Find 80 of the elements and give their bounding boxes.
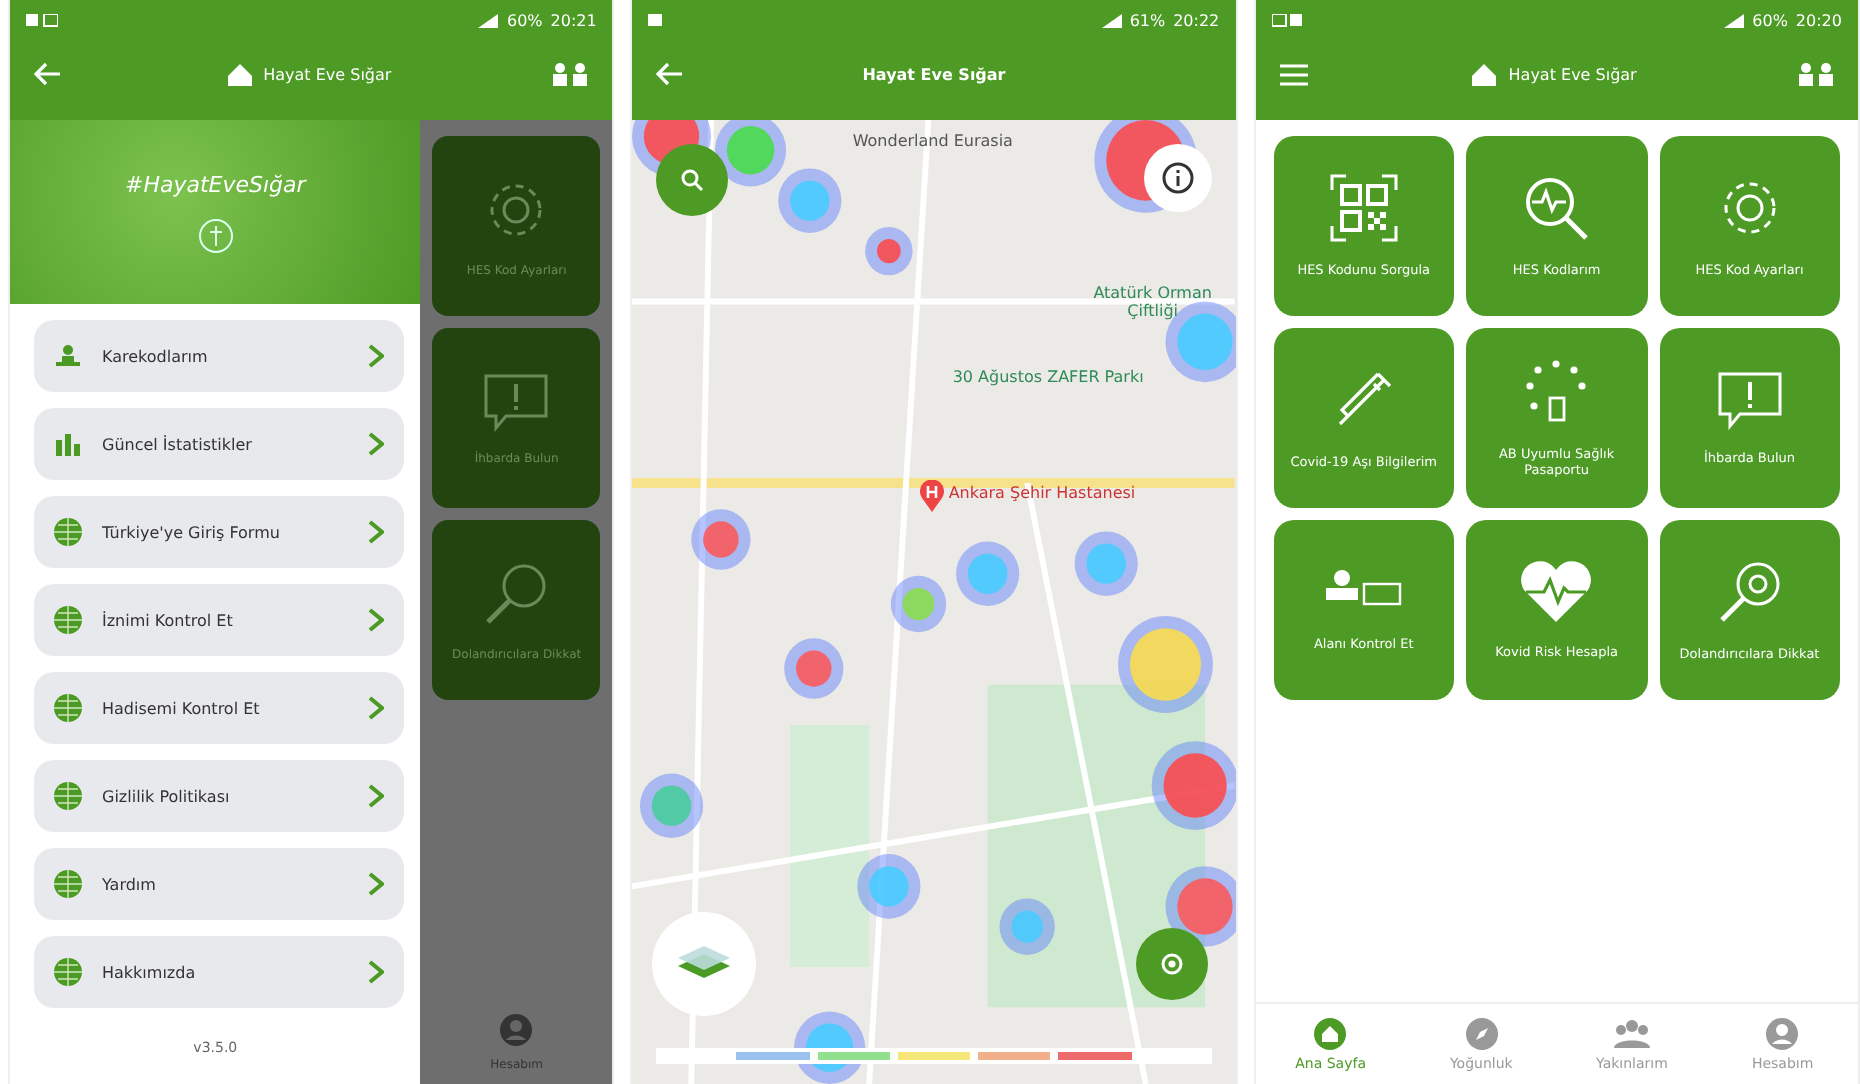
people-icon	[1613, 1017, 1650, 1049]
globe-icon	[54, 958, 82, 986]
menu-item[interactable]: Yardım	[34, 848, 405, 920]
signal-icon	[1724, 13, 1745, 27]
menu-item[interactable]: Gizlilik Politikası	[34, 760, 405, 832]
person-icon	[54, 344, 82, 368]
chevron-right-icon	[368, 344, 385, 368]
account-icon	[1766, 1017, 1799, 1049]
menu-label: Yardım	[102, 875, 158, 893]
emblem-icon	[197, 217, 234, 253]
info-button[interactable]	[1143, 144, 1212, 212]
menu-label: Karekodlarım	[102, 347, 210, 365]
alert-bubble-icon	[482, 371, 551, 431]
chevron-right-icon	[368, 872, 385, 896]
chevron-right-icon	[368, 520, 385, 544]
battery-level: 60%	[506, 11, 543, 29]
map-label: Wonderland Eurasia	[852, 132, 1013, 150]
menu-item[interactable]: İznimi Kontrol Et	[34, 584, 405, 656]
menu-label: Güncel İstatistikler	[102, 435, 254, 453]
home-icon	[1314, 1017, 1347, 1049]
search-icon	[680, 168, 705, 192]
chevron-right-icon	[368, 696, 385, 720]
qr-code-icon	[1329, 174, 1398, 242]
battery-level: 60%	[1752, 11, 1788, 29]
clock: 20:21	[550, 11, 597, 29]
menu-label: Hadisemi Kontrol Et	[102, 699, 262, 717]
clock: 20:22	[1173, 11, 1220, 29]
search-button[interactable]	[656, 144, 729, 216]
account-icon	[500, 1014, 533, 1046]
chevron-right-icon	[368, 432, 385, 456]
map-label: 30 Ağustos ZAFER Parkı	[952, 368, 1144, 386]
globe-icon	[54, 782, 82, 810]
chevron-right-icon	[368, 608, 385, 632]
menu-icon[interactable]	[1279, 63, 1308, 85]
heat-map[interactable]: Wonderland Eurasia Atatürk Orman Çiftliği 30 Ağustos ZAFER Parkı Ankara Şehir Hastanesi	[632, 120, 1236, 1084]
menu-item[interactable]: Hadisemi Kontrol Et	[34, 672, 405, 744]
menu-label: Türkiye'ye Giriş Formu	[102, 523, 282, 541]
menu-label: Gizlilik Politikası	[102, 787, 232, 805]
app-title: Hayat Eve Sığar	[862, 65, 1006, 83]
people-icon[interactable]	[552, 62, 589, 86]
magnifier-icon	[1715, 558, 1784, 626]
house-logo-icon	[1468, 60, 1501, 88]
globe-icon	[54, 518, 82, 546]
back-icon[interactable]	[656, 62, 685, 86]
notification-icon	[1271, 13, 1304, 27]
notification-icon	[648, 13, 663, 27]
hashtag-text: #HayatEveSığar	[125, 171, 306, 197]
people-icon[interactable]	[1797, 62, 1834, 86]
app-title: Hayat Eve Sığar	[263, 65, 392, 83]
signal-icon	[478, 13, 499, 27]
chevron-right-icon	[368, 784, 385, 808]
magnifier-pulse-icon	[1522, 174, 1591, 242]
menu-item[interactable]: Güncel İstatistikler	[34, 408, 405, 480]
app-title: Hayat Eve Sığar	[1508, 65, 1637, 83]
bar-chart-icon	[54, 432, 82, 456]
magnifier-icon	[482, 559, 551, 627]
notification-icon	[26, 13, 58, 27]
menu-item[interactable]: Hakkımızda	[34, 936, 405, 1008]
globe-icon	[54, 606, 82, 634]
star-ring-icon	[1522, 358, 1591, 426]
chevron-right-icon	[368, 960, 385, 984]
map-label: Atatürk Orman Çiftliği	[1092, 284, 1213, 320]
info-icon	[1161, 162, 1194, 194]
menu-item[interactable]: Türkiye'ye Giriş Formu	[34, 496, 405, 568]
globe-icon	[54, 694, 82, 722]
heartbeat-icon	[1518, 560, 1595, 624]
menu-label: İznimi Kontrol Et	[102, 611, 235, 629]
compass-icon	[1465, 1017, 1498, 1049]
alert-bubble-icon	[1715, 370, 1784, 430]
crosshair-icon	[1157, 950, 1186, 978]
signal-icon	[1101, 13, 1122, 27]
back-icon[interactable]	[34, 62, 62, 86]
map-label: Ankara Şehir Hastanesi	[948, 484, 1136, 502]
clock: 20:20	[1795, 11, 1842, 29]
battery-level: 61%	[1129, 11, 1166, 29]
hospital-pin-icon	[920, 480, 945, 512]
menu-item[interactable]: Karekodlarım	[34, 320, 405, 392]
house-logo-icon	[223, 60, 256, 88]
menu-label: Hakkımızda	[102, 963, 198, 981]
globe-icon	[54, 870, 82, 898]
